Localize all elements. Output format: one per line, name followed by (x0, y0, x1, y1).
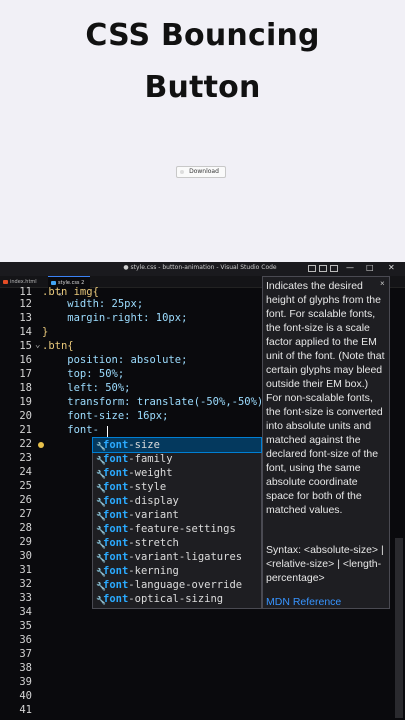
suggestion-rest: -style (128, 481, 167, 493)
line-number: 25 (19, 480, 32, 492)
match-prefix: font (103, 537, 129, 549)
match-prefix: font (103, 439, 129, 451)
suggestion-rest: -stretch (128, 537, 179, 549)
preview-title-line-1: CSS Bouncing (85, 18, 320, 53)
code-line: .btn{ (42, 340, 74, 352)
code-line: left: 50%; (42, 382, 131, 394)
suggestion-rest: -kerning (128, 565, 179, 577)
suggestion-item[interactable]: 🔧 font-size (92, 437, 262, 453)
match-prefix: font (103, 593, 129, 605)
match-prefix: font (103, 509, 129, 521)
code-line: width: 25px; (42, 298, 144, 310)
line-number: 23 (19, 452, 32, 464)
line-number: 15 (19, 340, 32, 352)
suggestion-rest: -size (128, 439, 160, 451)
line-number: 21 (19, 424, 32, 436)
suggestion-item[interactable]: 🔧 font-style (93, 480, 261, 494)
line-number: 18 (19, 382, 32, 394)
maximize-button[interactable]: □ (366, 263, 374, 272)
line-number: 41 (19, 704, 32, 716)
browser-preview: CSS Bouncing Button Download (0, 0, 405, 262)
download-button-label: Download (189, 168, 219, 175)
line-number: 39 (19, 676, 32, 688)
match-prefix: font (103, 523, 129, 535)
code-line: transform: translate(-50%,-50%); (42, 396, 270, 408)
line-number: 33 (19, 592, 32, 604)
suggestion-item[interactable]: 🔧 font-variant (93, 508, 261, 522)
match-prefix: font (103, 481, 129, 493)
line-number: 27 (19, 508, 32, 520)
line-number: 20 (19, 410, 32, 422)
code-line: margin-right: 10px; (42, 312, 188, 324)
line-number: 19 (19, 396, 32, 408)
code-line: top: 50%; (42, 368, 125, 380)
line-number: 17 (19, 368, 32, 380)
suggestion-rest: -variant-ligatures (128, 551, 243, 563)
code-line: .btn img{ (42, 286, 99, 298)
suggestion-docs-panel: × Indicates the desired height of glyphs… (262, 276, 390, 609)
suggestion-rest: -optical-sizing (128, 593, 224, 605)
code-line: } (42, 326, 49, 338)
download-icon (180, 170, 184, 174)
match-prefix: font (103, 453, 129, 465)
suggestion-item[interactable]: 🔧 font-family (93, 452, 261, 466)
match-prefix: font (103, 551, 129, 563)
line-number: 24 (19, 466, 32, 478)
line-number: 11 (19, 286, 32, 298)
suggestion-rest: -weight (128, 467, 173, 479)
panel-toggle-icon[interactable] (319, 265, 327, 272)
line-number: 16 (19, 354, 32, 366)
suggestion-rest: -variant (128, 509, 179, 521)
match-prefix: font (103, 495, 129, 507)
line-number: 28 (19, 522, 32, 534)
line-number: 12 (19, 298, 32, 310)
suggestion-item[interactable]: 🔧 font-language-override (93, 578, 261, 592)
line-number: 32 (19, 578, 32, 590)
suggestion-item[interactable]: 🔧 font-display (93, 494, 261, 508)
preview-title-line-2: Button (144, 70, 261, 105)
layout-toggle-icon[interactable] (308, 265, 316, 272)
docs-description: Indicates the desired height of glyphs f… (266, 280, 385, 516)
line-number: 38 (19, 662, 32, 674)
sidebar-toggle-icon[interactable] (330, 265, 338, 272)
fold-chevron-icon[interactable]: ⌄ (35, 340, 40, 350)
line-number: 26 (19, 494, 32, 506)
close-window-button[interactable]: ✕ (388, 263, 395, 272)
lightbulb-icon[interactable] (38, 442, 44, 448)
download-button[interactable]: Download (176, 166, 226, 178)
line-number: 36 (19, 634, 32, 646)
line-number: 40 (19, 690, 32, 702)
suggestion-item[interactable]: 🔧 font-feature-settings (93, 522, 261, 536)
suggestion-item[interactable]: 🔧 font-optical-sizing (93, 592, 261, 606)
match-prefix: font (103, 579, 129, 591)
code-line: font-size: 16px; (42, 410, 169, 422)
code-line-active: font- (42, 424, 99, 436)
suggestion-rest: -display (128, 495, 179, 507)
suggestion-item[interactable]: 🔧 font-stretch (93, 536, 261, 550)
line-number: 14 (19, 326, 32, 338)
line-number: 22 (19, 438, 32, 450)
line-number: 13 (19, 312, 32, 324)
line-number: 29 (19, 536, 32, 548)
line-number: 34 (19, 606, 32, 618)
line-number: 35 (19, 620, 32, 632)
minimize-button[interactable]: — (346, 263, 354, 272)
editor-scrollbar[interactable] (395, 538, 403, 718)
suggestion-item[interactable]: 🔧 font-weight (93, 466, 261, 480)
line-number: 31 (19, 564, 32, 576)
mdn-reference-link[interactable]: MDN Reference (266, 595, 341, 609)
match-prefix: font (103, 565, 129, 577)
suggestion-item[interactable]: 🔧 font-variant-ligatures (93, 550, 261, 564)
docs-syntax: Syntax: <absolute-size> | <relative-size… (266, 544, 384, 584)
autocomplete-suggestions: 🔧 font-size 🔧 font-family 🔧 font-weight … (92, 437, 262, 609)
suggestion-rest: -family (128, 453, 173, 465)
line-number: 30 (19, 550, 32, 562)
match-prefix: font (103, 467, 129, 479)
line-number: 37 (19, 648, 32, 660)
code-line: position: absolute; (42, 354, 188, 366)
suggestion-rest: -feature-settings (128, 523, 236, 535)
suggestion-item[interactable]: 🔧 font-kerning (93, 564, 261, 578)
suggestion-rest: -language-override (128, 579, 243, 591)
